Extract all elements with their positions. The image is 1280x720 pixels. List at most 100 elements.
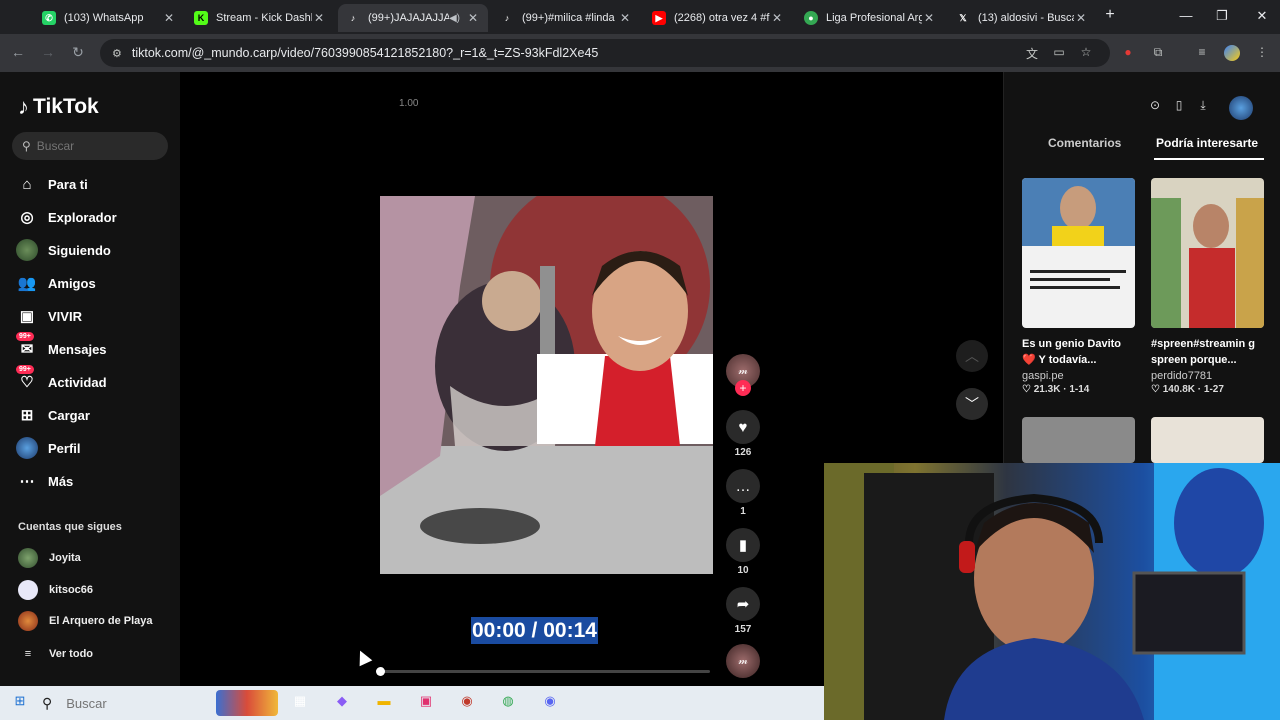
- close-tab-icon[interactable]: ✕: [922, 11, 936, 25]
- tiktok-logo[interactable]: ♪ TikTok: [18, 94, 99, 120]
- bookmark-star-icon[interactable]: ☆: [1078, 45, 1094, 61]
- site-info-icon[interactable]: ⚙: [112, 47, 122, 60]
- close-tab-icon[interactable]: ✕: [618, 11, 632, 25]
- nav-vivir[interactable]: ▣ VIVIR: [16, 304, 82, 328]
- nav-label: Para ti: [48, 176, 88, 192]
- nav-label: Cargar: [48, 407, 90, 423]
- nav-para-ti[interactable]: ⌂ Para ti: [16, 172, 88, 196]
- file-explorer-icon[interactable]: ▬: [374, 693, 394, 713]
- back-button[interactable]: ←: [8, 44, 28, 60]
- nav-label: Amigos: [48, 275, 96, 291]
- close-tab-icon[interactable]: ✕: [162, 11, 176, 25]
- recommended-video-card[interactable]: #spreen#streamin g spreen porque... perd…: [1151, 178, 1264, 395]
- next-video-button[interactable]: ﹀: [956, 388, 988, 420]
- see-all-link[interactable]: ≡ Ver todo: [18, 643, 93, 665]
- tiktok-sidebar: ♪ TikTok ⚲ ⌂ Para ti ◎ Explorador Siguie…: [0, 72, 180, 686]
- close-window-button[interactable]: ✕: [1252, 8, 1272, 24]
- browser-tab-liga[interactable]: ● Liga Profesional Arge ✕: [796, 4, 944, 32]
- following-account-item[interactable]: kitsoc66: [18, 579, 93, 601]
- speaker-icon[interactable]: ◀): [449, 13, 460, 24]
- browser-tab-tiktok-2[interactable]: ♪ (99+)#milica #linda ✕: [492, 4, 640, 32]
- compass-small-icon[interactable]: ⊙: [1145, 98, 1165, 118]
- previous-video-button[interactable]: ︿: [956, 340, 988, 372]
- search-input[interactable]: [36, 139, 147, 153]
- nav-explorador[interactable]: ◎ Explorador: [16, 205, 116, 229]
- search-box[interactable]: ⚲: [12, 132, 168, 160]
- tab-title: (13) aldosivi - Buscar: [978, 12, 1074, 24]
- playback-speed[interactable]: 1.00: [399, 98, 418, 109]
- like-button[interactable]: ♥ 126: [726, 410, 760, 458]
- card-stats: ♡ 21.3K · 1-14: [1022, 384, 1090, 395]
- close-tab-icon[interactable]: ✕: [466, 11, 480, 25]
- nav-label: Perfil: [48, 440, 81, 456]
- nav-siguiendo[interactable]: Siguiendo: [16, 238, 111, 262]
- tiktok-icon: ♪: [350, 13, 356, 23]
- download-icon[interactable]: ⤓: [1193, 98, 1213, 118]
- profile-avatar[interactable]: [1224, 45, 1240, 61]
- browser-tab-youtube[interactable]: ▶ (2268) otra vez 4 #fu ✕: [644, 4, 792, 32]
- browser-tab-x[interactable]: 𝕏 (13) aldosivi - Buscar ✕: [948, 4, 1096, 32]
- media-control-icon[interactable]: ≡: [1194, 45, 1210, 61]
- browser-tab-tiktok-active[interactable]: ♪ (99+)JAJAJAJJA ◀) ✕: [338, 4, 488, 32]
- reload-button[interactable]: ↻: [68, 44, 88, 61]
- tab-podria-interesarte[interactable]: Podría interesarte: [1156, 136, 1258, 150]
- video-player[interactable]: [380, 196, 713, 574]
- widget-thumbnail[interactable]: [216, 690, 278, 716]
- new-tab-button[interactable]: +: [1100, 6, 1120, 24]
- maximize-button[interactable]: ❐: [1212, 8, 1232, 24]
- phone-icon[interactable]: ▯: [1169, 98, 1189, 118]
- chrome-icon[interactable]: ◍: [498, 693, 518, 713]
- browser-tab-whatsapp[interactable]: ✆ (103) WhatsApp ✕: [34, 4, 184, 32]
- notification-badge: 99+: [16, 332, 34, 341]
- close-tab-icon[interactable]: ✕: [770, 11, 784, 25]
- nav-perfil[interactable]: Perfil: [16, 436, 81, 460]
- music-disc[interactable]: 𝓂: [726, 644, 760, 678]
- close-tab-icon[interactable]: ✕: [1074, 11, 1088, 25]
- follow-plus-icon[interactable]: +: [735, 380, 751, 396]
- comment-button[interactable]: … 1: [726, 469, 760, 517]
- nav-actividad[interactable]: ♡ 99+ Actividad: [16, 365, 107, 394]
- following-account-item[interactable]: Joyita: [18, 547, 81, 569]
- nav-amigos[interactable]: 👥 Amigos: [16, 271, 96, 295]
- menu-icon[interactable]: ⋮: [1254, 45, 1270, 61]
- copilot-icon[interactable]: ◆: [332, 693, 352, 713]
- share-button[interactable]: ➦ 157: [726, 587, 760, 635]
- close-tab-icon[interactable]: ✕: [312, 11, 326, 25]
- windows-taskbar: ⊞ ⚲ ▦ ◆ ▬ ▣ ◉ ◍ ◉: [0, 686, 824, 720]
- app-icon-2[interactable]: ◉: [540, 693, 560, 713]
- nav-label: VIVIR: [48, 308, 82, 324]
- tab-comentarios[interactable]: Comentarios: [1048, 136, 1121, 150]
- extension-red-icon[interactable]: ●: [1120, 45, 1136, 61]
- card-title: #spreen#streamin g spreen porque...: [1151, 338, 1255, 366]
- search-icon: ⚲: [22, 139, 31, 153]
- obs-icon[interactable]: ◉: [457, 693, 477, 713]
- translate-icon[interactable]: 文: [1024, 45, 1040, 61]
- save-button[interactable]: ▮ 10: [726, 528, 760, 576]
- forward-button[interactable]: →: [38, 44, 58, 60]
- following-account-item[interactable]: El Arquero de Playa: [18, 610, 153, 632]
- nav-mas[interactable]: ⋯ Más: [16, 469, 74, 493]
- creator-avatar[interactable]: 𝓂 +: [726, 354, 760, 396]
- profile-icon: [16, 437, 38, 459]
- browser-tab-kick[interactable]: K Stream - Kick Dashbo ✕: [186, 4, 334, 32]
- address-bar[interactable]: ⚙ tiktok.com/@_mundo.carp/video/76039908…: [100, 39, 1110, 67]
- nav-cargar[interactable]: ⊞ Cargar: [16, 403, 90, 427]
- nav-mensajes[interactable]: ✉ 99+ Mensajes: [16, 332, 107, 361]
- taskbar-search[interactable]: ⚲: [42, 689, 212, 717]
- user-avatar[interactable]: [1229, 96, 1253, 120]
- account-name: Joyita: [49, 552, 81, 564]
- recommended-video-card[interactable]: Es un genio Davito ❤️ Y todavía... gaspi…: [1022, 178, 1135, 395]
- recommended-video-card[interactable]: [1151, 417, 1264, 463]
- windows-start-icon[interactable]: ⊞: [10, 693, 30, 713]
- progress-knob[interactable]: [376, 667, 385, 676]
- messages-icon: ✉ 99+: [16, 332, 38, 360]
- extensions-icon[interactable]: ⧉: [1150, 45, 1166, 61]
- recommended-video-card[interactable]: [1022, 417, 1135, 463]
- taskbar-search-input[interactable]: [66, 695, 187, 711]
- cast-icon[interactable]: ▭: [1051, 45, 1067, 61]
- account-name: kitsoc66: [49, 584, 94, 596]
- video-progress-bar[interactable]: [376, 667, 710, 676]
- app-icon[interactable]: ▣: [416, 693, 436, 713]
- task-view-icon[interactable]: ▦: [290, 693, 310, 713]
- minimize-button[interactable]: —: [1176, 8, 1196, 23]
